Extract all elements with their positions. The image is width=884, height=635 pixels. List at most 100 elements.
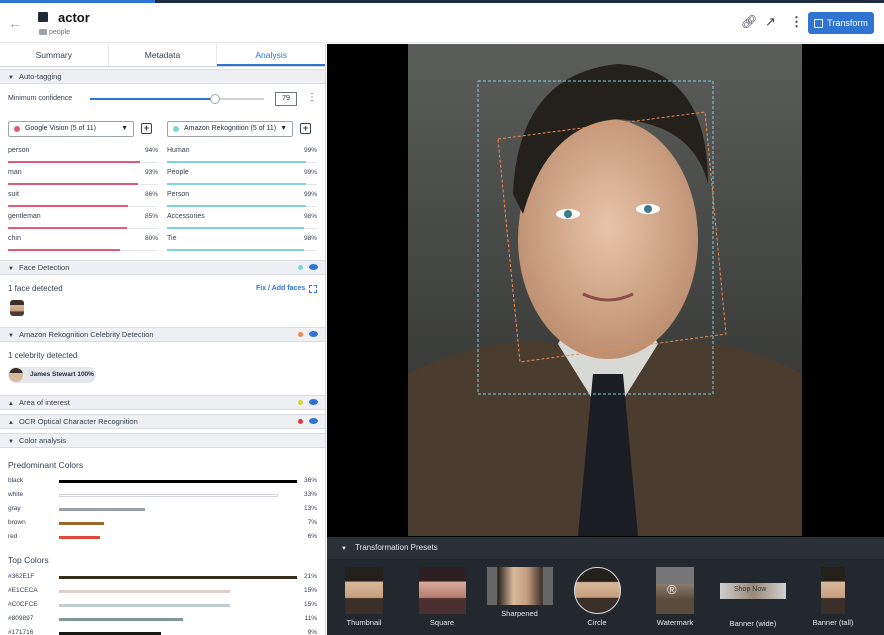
preset-banner-tall-image: [821, 567, 845, 614]
preset-square[interactable]: Square: [418, 567, 466, 627]
main-photo[interactable]: [408, 44, 802, 536]
color-percent: 9%: [307, 629, 317, 635]
folder-icon: [39, 29, 47, 35]
color-percent: 13%: [303, 505, 317, 512]
tab-metadata[interactable]: Metadata: [109, 44, 218, 66]
color-name: red: [8, 533, 18, 540]
color-percent: 21%: [303, 573, 317, 580]
preset-banner-wide[interactable]: Shop Now Banner (wide): [718, 567, 788, 628]
breadcrumb[interactable]: people: [39, 29, 70, 36]
color-percent: 33%: [303, 491, 317, 498]
chevron-down-icon: ▼: [121, 125, 128, 132]
ocr-header[interactable]: ▲ OCR Optical Character Recognition: [0, 414, 325, 429]
tag-percent: 99%: [303, 191, 317, 198]
presets-title: Transformation Presets: [354, 543, 438, 552]
google-vision-select[interactable]: Google Vision (5 of 11) ▼: [8, 121, 134, 137]
confidence-slider[interactable]: [90, 94, 264, 104]
avatar: [9, 368, 23, 382]
color-name: white: [8, 491, 24, 498]
face-detection-header[interactable]: ▼ Face Detection: [0, 260, 325, 275]
color-bar: [59, 576, 297, 579]
amazon-rekognition-select[interactable]: Amazon Rekognition (5 of 11) ▼: [167, 121, 293, 137]
tag-bar: [8, 183, 139, 185]
eye-icon[interactable]: [309, 331, 318, 337]
tag-row[interactable]: chin 80%: [8, 231, 158, 251]
color-bar: [59, 494, 278, 497]
eye-icon[interactable]: [309, 418, 318, 424]
tag-row[interactable]: Accessories 98%: [167, 209, 317, 229]
tag-row[interactable]: Human 99%: [167, 143, 317, 163]
color-name: #C0CFCE: [8, 601, 38, 608]
tag-bar: [8, 205, 129, 207]
tag-row[interactable]: person 94%: [8, 143, 158, 163]
color-name: brown: [8, 519, 26, 526]
slider-fill: [90, 98, 214, 100]
celebrity-header[interactable]: ▼ Amazon Rekognition Celebrity Detection: [0, 327, 325, 342]
preset-watermark[interactable]: ® Watermark: [651, 567, 699, 627]
transform-button[interactable]: Transform: [808, 12, 874, 34]
preset-square-image: [418, 567, 466, 614]
color-analysis-header[interactable]: ▼ Color analysis: [0, 433, 325, 448]
predominant-colors-title: Predominant Colors: [8, 460, 84, 470]
add-tags-icon[interactable]: +: [141, 123, 152, 134]
celebrity-chip[interactable]: James Stewart 100%: [8, 367, 96, 383]
ocr-title: OCR Optical Character Recognition: [18, 417, 138, 426]
preset-banner-wide-image: Shop Now: [720, 583, 786, 599]
area-of-interest-header[interactable]: ▲ Area of interest: [0, 395, 325, 410]
tag-name: chin: [8, 235, 21, 242]
eye-icon[interactable]: [309, 399, 318, 405]
presets-header[interactable]: ▼ Transformation Presets: [327, 537, 884, 559]
tag-name: person: [8, 147, 30, 154]
preset-label: Banner (wide): [729, 619, 777, 628]
color-bar: [59, 590, 231, 593]
tag-percent: 98%: [303, 213, 317, 220]
banner-text: Shop Now: [734, 586, 767, 593]
tag-percent: 98%: [303, 235, 317, 242]
collapse-triangle-icon: ▼: [341, 546, 347, 552]
link-icon[interactable]: 🔗︎: [741, 14, 758, 30]
face-frame-icon[interactable]: [309, 285, 317, 293]
tag-bar: [167, 161, 306, 163]
side-panel: Summary Metadata Analysis ▼ Auto-tagging …: [0, 44, 326, 635]
preset-thumbnail[interactable]: Thumbnail: [343, 567, 385, 627]
color-name: #E1CECA: [8, 587, 38, 594]
tag-row[interactable]: People 99%: [167, 165, 317, 185]
tag-name: Person: [167, 191, 190, 198]
back-arrow-icon[interactable]: ←: [8, 15, 22, 31]
registered-icon: ®: [667, 582, 677, 597]
tag-row[interactable]: gentleman 85%: [8, 209, 158, 229]
tab-analysis[interactable]: Analysis: [217, 44, 325, 66]
auto-tagging-header[interactable]: ▼ Auto-tagging: [0, 69, 325, 84]
color-percent: 7%: [307, 519, 317, 526]
color-bar: [59, 618, 183, 621]
preset-circle[interactable]: Circle: [573, 567, 621, 627]
more-options-icon[interactable]: ⋮: [790, 14, 803, 30]
color-analysis-title: Color analysis: [18, 436, 67, 445]
tag-name: gentleman: [8, 213, 41, 220]
add-tags-icon[interactable]: +: [300, 123, 311, 134]
amazon-color-dot: [173, 126, 179, 132]
tag-row[interactable]: Person 99%: [167, 187, 317, 207]
preset-sharpened[interactable]: Sharpened: [486, 567, 553, 618]
tag-percent: 99%: [303, 147, 317, 154]
page-title: actor: [58, 10, 90, 25]
confidence-input[interactable]: 79: [275, 92, 297, 106]
eye-icon[interactable]: [309, 264, 318, 270]
tag-name: Human: [167, 147, 190, 154]
tag-row[interactable]: suit 86%: [8, 187, 158, 207]
color-name: #362E1F: [8, 573, 35, 580]
preset-label: Banner (tall): [812, 618, 854, 627]
tab-summary[interactable]: Summary: [0, 44, 109, 66]
tag-bar: [8, 227, 127, 229]
expand-triangle-icon: ▲: [8, 420, 14, 426]
external-link-icon[interactable]: ↗: [765, 14, 776, 30]
color-bar: [59, 536, 100, 539]
slider-handle[interactable]: [209, 94, 220, 104]
fix-add-faces-link[interactable]: Fix / Add faces: [256, 285, 305, 292]
tag-row[interactable]: man 93%: [8, 165, 158, 185]
tagging-options-icon[interactable]: ⋮: [307, 93, 317, 103]
preset-banner-tall[interactable]: Banner (tall): [805, 567, 861, 627]
face-thumbnail[interactable]: [10, 300, 24, 316]
tag-bar: [167, 205, 306, 207]
tag-row[interactable]: Tie 98%: [167, 231, 317, 251]
